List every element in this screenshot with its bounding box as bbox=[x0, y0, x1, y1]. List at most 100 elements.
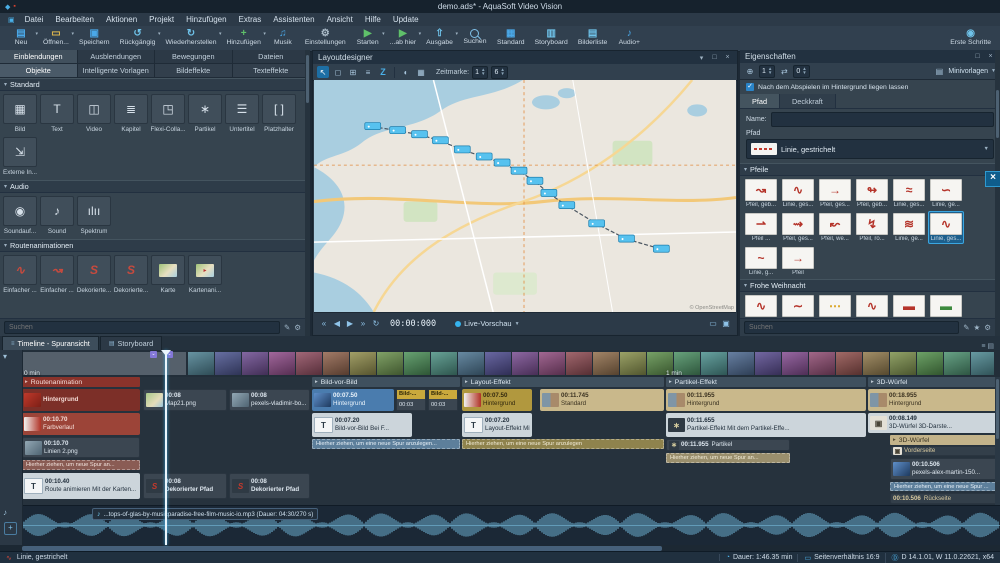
template-thumbnail[interactable]: ↝ Pfeil, geb... bbox=[743, 177, 779, 210]
menu-item[interactable]: Ansicht bbox=[321, 15, 359, 24]
float-button[interactable]: □ bbox=[710, 54, 719, 61]
filmstrip-thumb[interactable] bbox=[701, 352, 727, 375]
fullscreen-icon[interactable]: ▭ bbox=[708, 319, 718, 328]
filmstrip-thumb[interactable] bbox=[485, 352, 511, 375]
clip-farbverlauf[interactable]: 00:10.70Farbverlauf bbox=[22, 413, 140, 435]
template-thumbnail[interactable]: → Pfeil bbox=[780, 245, 816, 278]
toolbox-item[interactable]: ∗ Partikel bbox=[187, 93, 223, 135]
toolbox-subtab[interactable]: Intelligente Vorlagen bbox=[78, 64, 156, 78]
map-canvas[interactable]: © OpenStreetMap bbox=[314, 80, 736, 312]
clip-standard[interactable]: 00:11.745Standard bbox=[540, 389, 664, 411]
drop-hint[interactable]: Hierher ziehen, um eine neue Spur anzule… bbox=[312, 439, 460, 449]
section-header-pfeile[interactable]: ▾ Pfeile bbox=[740, 163, 1000, 176]
swap-icon[interactable]: ⇄ bbox=[778, 65, 790, 77]
drop-hint[interactable]: Hierher ziehen, um neue Spur an... bbox=[666, 453, 790, 463]
toolbox-item[interactable]: ◳ Flexi-Colla... bbox=[150, 93, 186, 135]
drop-hint[interactable]: Hierher ziehen, um eine neue Spur ... bbox=[890, 482, 1000, 491]
zoom-tool-icon[interactable]: Z bbox=[377, 66, 389, 78]
toolbar-button[interactable]: ▤ Neu ▾ bbox=[5, 27, 37, 46]
chapter-header[interactable]: ▸3D-Würfel bbox=[868, 377, 1000, 387]
template-thumbnail[interactable]: ⇀ Pfeil ... bbox=[743, 211, 779, 244]
clip-map21[interactable]: 00:08Map21.png bbox=[143, 389, 227, 411]
audio-clip-label[interactable]: ♪ ...tops-of-glas-by-musicparadise-free-… bbox=[92, 508, 318, 520]
close-button[interactable]: × bbox=[986, 53, 995, 60]
toolbox-item[interactable]: Karte bbox=[150, 254, 186, 296]
template-thumbnail[interactable]: → Pfeil, ges... bbox=[817, 177, 853, 210]
timeline-filmstrip[interactable]: ⌄ ⌄ 0 min 1 min bbox=[0, 350, 1000, 377]
menu-item[interactable]: Hilfe bbox=[359, 15, 387, 24]
scrollbar-thumb[interactable] bbox=[996, 90, 999, 138]
edit-icon[interactable]: ✎ bbox=[963, 323, 969, 332]
toolbar-button[interactable]: ▭ Öffnen... ▾ bbox=[39, 27, 73, 46]
toolbox-subtab[interactable]: Texteffekte bbox=[233, 64, 311, 78]
checkbox-checked-icon[interactable]: ✓ bbox=[746, 83, 754, 91]
template-thumbnail[interactable]: ↯ Pfeil, ro... bbox=[854, 211, 890, 244]
clip-mini[interactable]: Bild-...00:03 bbox=[396, 389, 426, 411]
tab-deckkraft[interactable]: Deckkraft bbox=[780, 94, 836, 108]
toolbox-item[interactable]: ⇲ Externe In... bbox=[2, 136, 38, 178]
template-thumbnail[interactable]: ≋ Linie, ge... bbox=[891, 211, 927, 244]
toolbox-tab[interactable]: Ausblendungen bbox=[78, 50, 156, 64]
filmstrip-thumb[interactable] bbox=[809, 352, 835, 375]
clip-pexels-alex[interactable]: 00:10.506pexels-alex-martin-150... bbox=[890, 458, 1000, 480]
filmstrip-thumb[interactable] bbox=[215, 352, 241, 375]
toolbox-item[interactable]: S Dekorierte... bbox=[113, 254, 149, 296]
clip-dekorierter-pfad[interactable]: S 00:08Dekorierter Pfad bbox=[229, 473, 310, 499]
chapter-header[interactable]: ▸Layout-Effekt bbox=[462, 377, 664, 387]
drop-hint[interactable]: Hierher ziehen, um eine neue Spur anzule… bbox=[462, 439, 664, 449]
clip-partikel-effekt[interactable]: ∗ 00:11.655Partikel-Effekt Mit dem Parti… bbox=[666, 413, 866, 437]
clip-layout-effekt[interactable]: T 00:07.20Layout-Effekt Mit e... bbox=[462, 413, 532, 437]
filmstrip-thumb[interactable] bbox=[323, 352, 349, 375]
toolbox-tab[interactable]: Dateien bbox=[233, 50, 311, 64]
template-thumbnail[interactable]: ∿ Linie, ges... bbox=[928, 211, 964, 244]
filmstrip-thumb[interactable] bbox=[350, 352, 376, 375]
select-tool-icon[interactable]: ↖ bbox=[317, 66, 329, 78]
chapter-header[interactable]: ▸Bild-vor-Bild bbox=[312, 377, 460, 387]
timeline-tracks[interactable]: ▸Routenanimation Hintergrund 00:08Map21.… bbox=[22, 377, 1000, 505]
filmstrip-thumb[interactable] bbox=[971, 352, 994, 375]
section-header-weihnacht[interactable]: ▾ Frohe Weihnacht bbox=[740, 279, 1000, 292]
filmstrip-thumb[interactable] bbox=[566, 352, 592, 375]
step-back-button[interactable]: ◀ bbox=[332, 319, 342, 328]
clip-dekorierter-pfad[interactable]: S 00:08Dekorierter Pfad bbox=[143, 473, 227, 499]
filmstrip-thumb[interactable] bbox=[728, 352, 754, 375]
toolbox-item[interactable]: ▸ Kartenani... bbox=[187, 254, 223, 296]
filmstrip-thumb[interactable] bbox=[512, 352, 538, 375]
add-track-button[interactable]: + bbox=[4, 522, 17, 535]
clip-partikel[interactable]: ∗ 00:11.955Partikel bbox=[666, 439, 790, 451]
panel-close-button[interactable]: × bbox=[985, 171, 1000, 187]
skip-start-button[interactable]: « bbox=[319, 319, 329, 328]
filmstrip-thumb[interactable] bbox=[539, 352, 565, 375]
properties-search-input[interactable] bbox=[744, 321, 959, 334]
subtrack-header[interactable]: ▸3D-Würfel bbox=[890, 435, 1000, 445]
properties-spinner-1[interactable]: 1▲▼ bbox=[759, 65, 775, 78]
collapse-all-icon[interactable]: ▾ bbox=[3, 352, 7, 361]
toolbox-item[interactable]: ▦ Bild bbox=[2, 93, 38, 135]
properties-spinner-2[interactable]: 0▲▼ bbox=[793, 65, 809, 78]
clip-mini[interactable]: Bild-...00:03 bbox=[428, 389, 458, 411]
contrast-icon[interactable]: ◐ bbox=[400, 66, 412, 78]
toolbox-item[interactable]: ♪ Sound bbox=[39, 195, 75, 237]
filmstrip-thumb[interactable] bbox=[458, 352, 484, 375]
filmstrip-thumb[interactable] bbox=[917, 352, 943, 375]
drop-hint[interactable]: Hierher ziehen, um neue Spur an... bbox=[22, 460, 140, 470]
filmstrip-thumb[interactable] bbox=[404, 352, 430, 375]
pin-button[interactable]: ▾ bbox=[697, 54, 706, 62]
pan-tool-icon[interactable]: ◻ bbox=[332, 66, 344, 78]
toolbox-item[interactable]: ◫ Video bbox=[76, 93, 112, 135]
toolbar-button[interactable]: ▦ Standard ▾ bbox=[493, 27, 529, 46]
skip-end-button[interactable]: » bbox=[358, 319, 368, 328]
close-button[interactable]: × bbox=[723, 54, 732, 61]
toolbar-button[interactable]: ▤ Bilderliste ▾ bbox=[574, 27, 611, 46]
filmstrip-thumb[interactable] bbox=[890, 352, 916, 375]
menu-item[interactable]: Bearbeiten bbox=[49, 15, 100, 24]
template-thumbnail[interactable]: ↜ Pfeil, we... bbox=[817, 211, 853, 244]
lines-icon[interactable]: ≡ bbox=[362, 66, 374, 78]
star-icon[interactable]: ★ bbox=[974, 323, 981, 332]
toolbox-subtab[interactable]: Objekte bbox=[0, 64, 78, 78]
filmstrip-thumb[interactable] bbox=[944, 352, 970, 375]
keep-background-row[interactable]: ✓ Nach dem Abspielen im Hintergrund lieg… bbox=[740, 80, 1000, 94]
play-button[interactable]: ▶ bbox=[345, 319, 355, 328]
gear-icon[interactable]: ⚙ bbox=[294, 323, 301, 332]
clip-linien[interactable]: 00:10.70Linien 2.png bbox=[22, 437, 140, 458]
